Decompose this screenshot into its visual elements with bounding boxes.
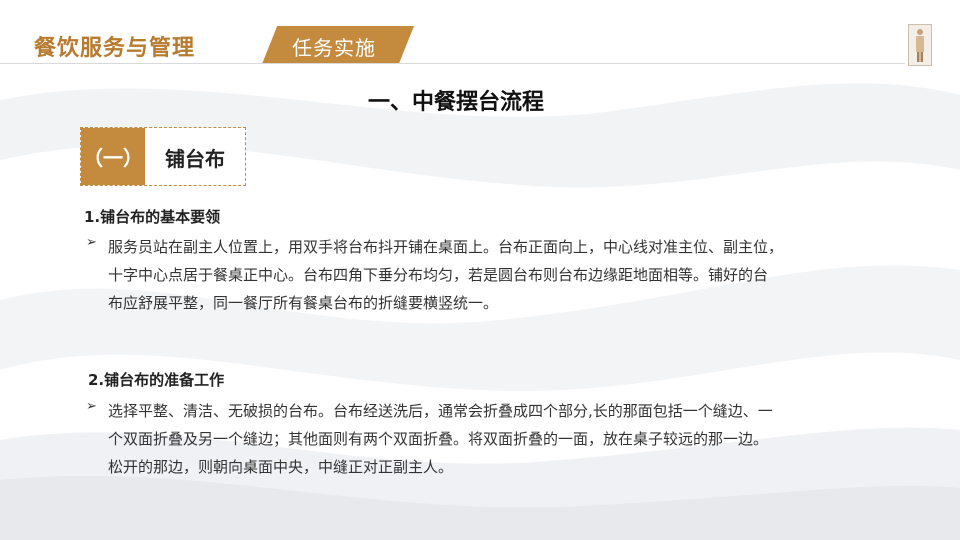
course-title: 餐饮服务与管理 <box>34 36 196 61</box>
subsection-badge: （一） 铺台布 <box>80 127 246 186</box>
text-line: 十字中心点居于餐桌正中心。台布四角下垂分布均匀，若是圆台布则台布边缘距地面相等。… <box>108 266 769 284</box>
header-divider <box>0 63 905 64</box>
tab-label: 任务实施 <box>292 36 376 60</box>
bullet-text-2: 选择平整、清洁、无破损的台布。台布经送洗后，通常会折叠成四个部分,长的那面包括一… <box>108 397 773 481</box>
text-line: 选择平整、清洁、无破损的台布。台布经送洗后，通常会折叠成四个部分,长的那面包括一… <box>108 402 773 420</box>
text-line: 个双面折叠及另一个缝边；其他面则有两个双面折叠。将双面折叠的一面，放在桌子较远的… <box>108 430 769 448</box>
block-heading-2: 2.铺台布的准备工作 <box>88 371 225 389</box>
arrow-bullet-icon: ➢ <box>86 235 97 250</box>
arrow-bullet-icon: ➢ <box>86 399 97 414</box>
header-thumbnail-image <box>908 24 932 66</box>
tab-task-implementation: 任务实施 <box>262 26 414 64</box>
section-title: 一、中餐摆台流程 <box>367 90 544 115</box>
subsection-number: （一） <box>81 128 145 185</box>
block-heading-1: 1.铺台布的基本要领 <box>84 208 221 226</box>
subsection-label: 铺台布 <box>165 147 225 171</box>
bullet-item-1: ➢ 服务员站在副主人位置上，用双手将台布抖开铺在桌面上。台布正面向上，中心线对准… <box>86 233 926 323</box>
bullet-text-1: 服务员站在副主人位置上，用双手将台布抖开铺在桌面上。台布正面向上，中心线对准主位… <box>108 233 783 317</box>
text-line: 布应舒展平整，同一餐厅所有餐桌台布的折缝要横竖统一。 <box>108 294 499 312</box>
text-line: 松开的那边，则朝向桌面中央，中缝正对正副主人。 <box>108 458 454 476</box>
bullet-item-2: ➢ 选择平整、清洁、无破损的台布。台布经送洗后，通常会折叠成四个部分,长的那面包… <box>86 397 926 487</box>
text-line: 服务员站在副主人位置上，用双手将台布抖开铺在桌面上。台布正面向上，中心线对准主位… <box>108 238 784 256</box>
